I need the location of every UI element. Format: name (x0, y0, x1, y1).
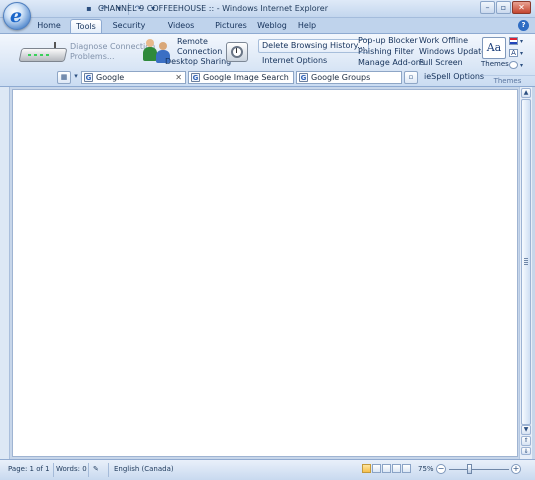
full-screen-button[interactable]: Full Screen (419, 58, 463, 68)
search-tab-google-image[interactable]: G Google Image Search (188, 71, 294, 84)
theme-effects-dropdown-icon[interactable]: ▾ (520, 62, 523, 69)
theme-fonts-icon[interactable]: A (509, 49, 518, 57)
window-title: CHANNEL 9 COFFEEHOUSE :: - Windows Inter… (98, 4, 329, 13)
zoom-level[interactable]: 75% (418, 465, 434, 473)
print-layout-view-icon[interactable] (362, 464, 371, 473)
scroll-thumb[interactable] (521, 99, 531, 425)
diagnose-connection-label: Problems... (70, 52, 115, 61)
theme-colors-icon[interactable] (509, 37, 518, 45)
save-icon[interactable]: ▪ (83, 3, 95, 15)
remote-connection-button[interactable]: Remote (177, 37, 208, 47)
internet-options-button[interactable]: Internet Options (259, 55, 330, 67)
next-page-icon[interactable]: ⇓ (521, 447, 531, 455)
draft-view-icon[interactable] (402, 464, 411, 473)
themes-button-label[interactable]: Themes (481, 60, 509, 68)
tab-list-dropdown-icon[interactable]: ▾ (72, 71, 80, 84)
full-screen-reading-view-icon[interactable] (372, 464, 381, 473)
iespell-options-button[interactable]: ieSpell Options (424, 72, 484, 82)
maximize-button[interactable]: ▫ (496, 1, 511, 14)
tab-videos[interactable]: Videos (164, 19, 198, 33)
proofing-icon[interactable]: ✎ (93, 465, 99, 473)
document-area: ▲ ▼ ⇑ ⇓ (0, 87, 535, 459)
document-page[interactable] (12, 89, 518, 457)
title-bar: e ▪ ↶ ▾ ↷ ▾ CHANNEL 9 COFFEEHOUSE :: - W… (0, 0, 535, 30)
quick-tabs-icon[interactable]: ▦ (57, 71, 71, 84)
search-tab-google-groups[interactable]: G Google Groups (296, 71, 402, 84)
phishing-filter-button[interactable]: Phishing Filter (358, 47, 414, 57)
tab-weblog[interactable]: Weblog (255, 19, 289, 33)
zoom-slider[interactable] (449, 469, 509, 470)
close-button[interactable]: ✕ (512, 1, 531, 14)
status-bar: Page: 1 of 1 Words: 0 ✎ English (Canada)… (0, 459, 535, 480)
minimize-button[interactable]: – (480, 1, 495, 14)
manage-addons-button[interactable]: Manage Add-ons (358, 58, 425, 68)
web-layout-view-icon[interactable] (382, 464, 391, 473)
tab-pictures[interactable]: Pictures (213, 19, 249, 33)
vertical-ruler (0, 87, 10, 459)
search-toolbar: ▦ ▾ G Google ✕ G Google Image Search G G… (0, 69, 535, 86)
work-offline-button[interactable]: Work Offline (419, 36, 468, 46)
scroll-up-icon[interactable]: ▲ (521, 88, 531, 98)
scroll-down-icon[interactable]: ▼ (521, 425, 531, 435)
tab-security[interactable]: Security (110, 19, 148, 33)
network-modem-icon (18, 42, 68, 64)
search-tab-google[interactable]: G Google ✕ (81, 71, 186, 84)
zoom-out-icon[interactable]: − (436, 464, 446, 474)
tab-help[interactable]: Help (295, 19, 319, 33)
google-icon: G (299, 73, 308, 82)
theme-fonts-dropdown-icon[interactable]: ▾ (520, 50, 523, 57)
ribbon-tabs: Home Tools Security Videos Pictures Webl… (0, 18, 535, 33)
previous-page-icon[interactable]: ⇑ (521, 436, 531, 446)
google-icon: G (191, 73, 200, 82)
vertical-scrollbar[interactable]: ▲ ▼ ⇑ ⇓ (519, 87, 532, 459)
desktop-sharing-button[interactable]: Desktop Sharing (165, 57, 231, 67)
delete-browsing-history-button[interactable]: Delete Browsing History... (258, 39, 369, 53)
language-indicator[interactable]: English (Canada) (114, 465, 174, 473)
zoom-slider-thumb[interactable] (467, 464, 472, 474)
theme-colors-dropdown-icon[interactable]: ▾ (520, 38, 523, 45)
outline-view-icon[interactable] (392, 464, 401, 473)
popup-blocker-button[interactable]: Pop-up Blocker (358, 36, 418, 46)
themes-icon[interactable]: Aa (482, 37, 506, 59)
theme-effects-icon[interactable] (509, 61, 518, 69)
page-count[interactable]: Page: 1 of 1 (8, 465, 50, 473)
cleanup-icon (224, 39, 252, 65)
tab-home[interactable]: Home (34, 19, 64, 33)
ie-logo-icon[interactable]: e (3, 2, 31, 30)
close-tab-icon[interactable]: ✕ (175, 72, 182, 83)
tab-tools[interactable]: Tools (70, 19, 102, 33)
word-count[interactable]: Words: 0 (56, 465, 87, 473)
remote-connection-label: Connection (177, 47, 223, 56)
zoom-in-icon[interactable]: + (511, 464, 521, 474)
help-icon[interactable]: ? (518, 20, 529, 31)
google-icon: G (84, 73, 93, 82)
windows-update-button[interactable]: Windows Update (419, 47, 486, 57)
new-tab-icon[interactable]: ▫ (404, 71, 418, 84)
